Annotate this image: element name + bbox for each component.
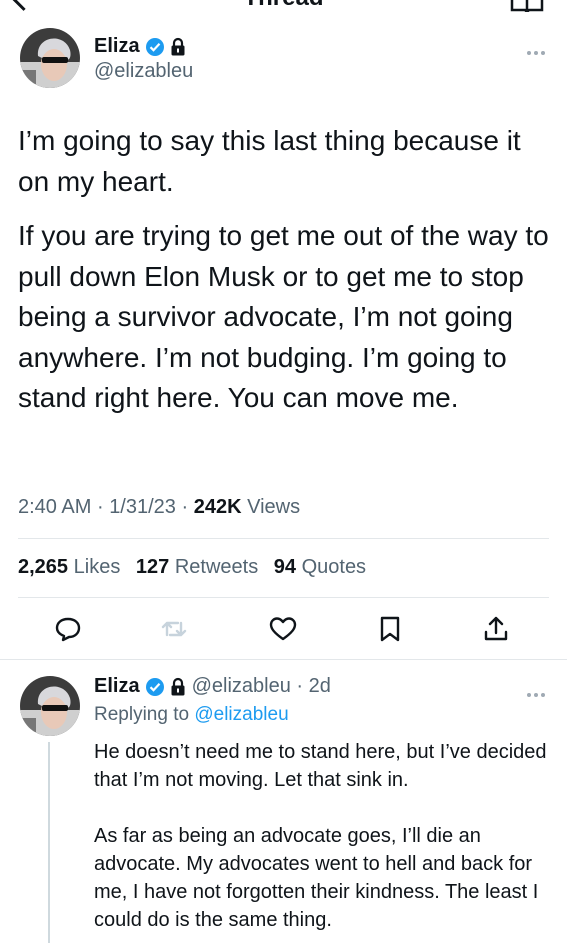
reply-author-row: Eliza @elizableu · 2d bbox=[94, 675, 331, 698]
page-title: Thread bbox=[0, 0, 567, 10]
quotes-stat[interactable]: 94 Quotes bbox=[274, 556, 366, 578]
more-icon[interactable] bbox=[527, 684, 548, 702]
reply-button[interactable] bbox=[53, 614, 83, 644]
avatar[interactable] bbox=[20, 28, 80, 88]
reader-icon[interactable] bbox=[510, 0, 544, 12]
lock-icon bbox=[171, 677, 185, 695]
reply-author-name[interactable]: Eliza bbox=[94, 675, 140, 698]
divider bbox=[18, 597, 549, 598]
top-bar: Thread bbox=[0, 0, 567, 12]
verified-icon bbox=[145, 37, 164, 56]
replying-to: Replying to @elizableu bbox=[94, 704, 289, 725]
bookmark-button[interactable] bbox=[375, 614, 405, 644]
views-label: Views bbox=[247, 496, 301, 518]
reply-handle-time[interactable]: @elizableu · 2d bbox=[192, 675, 331, 698]
share-icon bbox=[484, 616, 508, 641]
reply-icon bbox=[55, 617, 81, 642]
author-handle[interactable]: @elizableu bbox=[94, 60, 193, 83]
like-icon bbox=[269, 617, 297, 641]
divider bbox=[18, 538, 549, 539]
retweets-stat[interactable]: 127 Retweets bbox=[136, 556, 258, 578]
tweet-text-paragraph: I’m going to say this last thing because… bbox=[18, 125, 521, 197]
reply-text-paragraph: As far as being an advocate goes, I’ll d… bbox=[94, 825, 539, 931]
more-icon[interactable] bbox=[527, 42, 548, 60]
bookmark-icon bbox=[380, 616, 400, 642]
verified-icon bbox=[145, 677, 164, 696]
replying-to-link[interactable]: @elizableu bbox=[194, 704, 288, 725]
tweet-text-paragraph: If you are trying to get me out of the w… bbox=[18, 220, 549, 413]
retweet-icon bbox=[161, 621, 187, 637]
tweet-meta: 2:40 AM · 1/31/23 · 242K Views bbox=[18, 496, 301, 518]
likes-stat[interactable]: 2,265 Likes bbox=[18, 556, 120, 578]
tweet-date[interactable]: 1/31/23 bbox=[109, 496, 176, 518]
reply-text-paragraph: He doesn’t need me to stand here, but I’… bbox=[94, 741, 547, 791]
share-button[interactable] bbox=[481, 614, 511, 644]
like-button[interactable] bbox=[268, 614, 298, 644]
author-name-row: Eliza bbox=[94, 35, 186, 58]
engagement-stats: 2,265 Likes 127 Retweets 94 Quotes bbox=[18, 556, 366, 579]
tweet-time[interactable]: 2:40 AM bbox=[18, 496, 91, 518]
views-count: 242K bbox=[193, 496, 242, 518]
thread-line bbox=[48, 742, 50, 943]
avatar[interactable] bbox=[20, 676, 80, 736]
retweet-button[interactable] bbox=[159, 614, 189, 644]
divider bbox=[0, 659, 567, 660]
lock-icon bbox=[171, 37, 185, 55]
author-name[interactable]: Eliza bbox=[94, 35, 140, 58]
